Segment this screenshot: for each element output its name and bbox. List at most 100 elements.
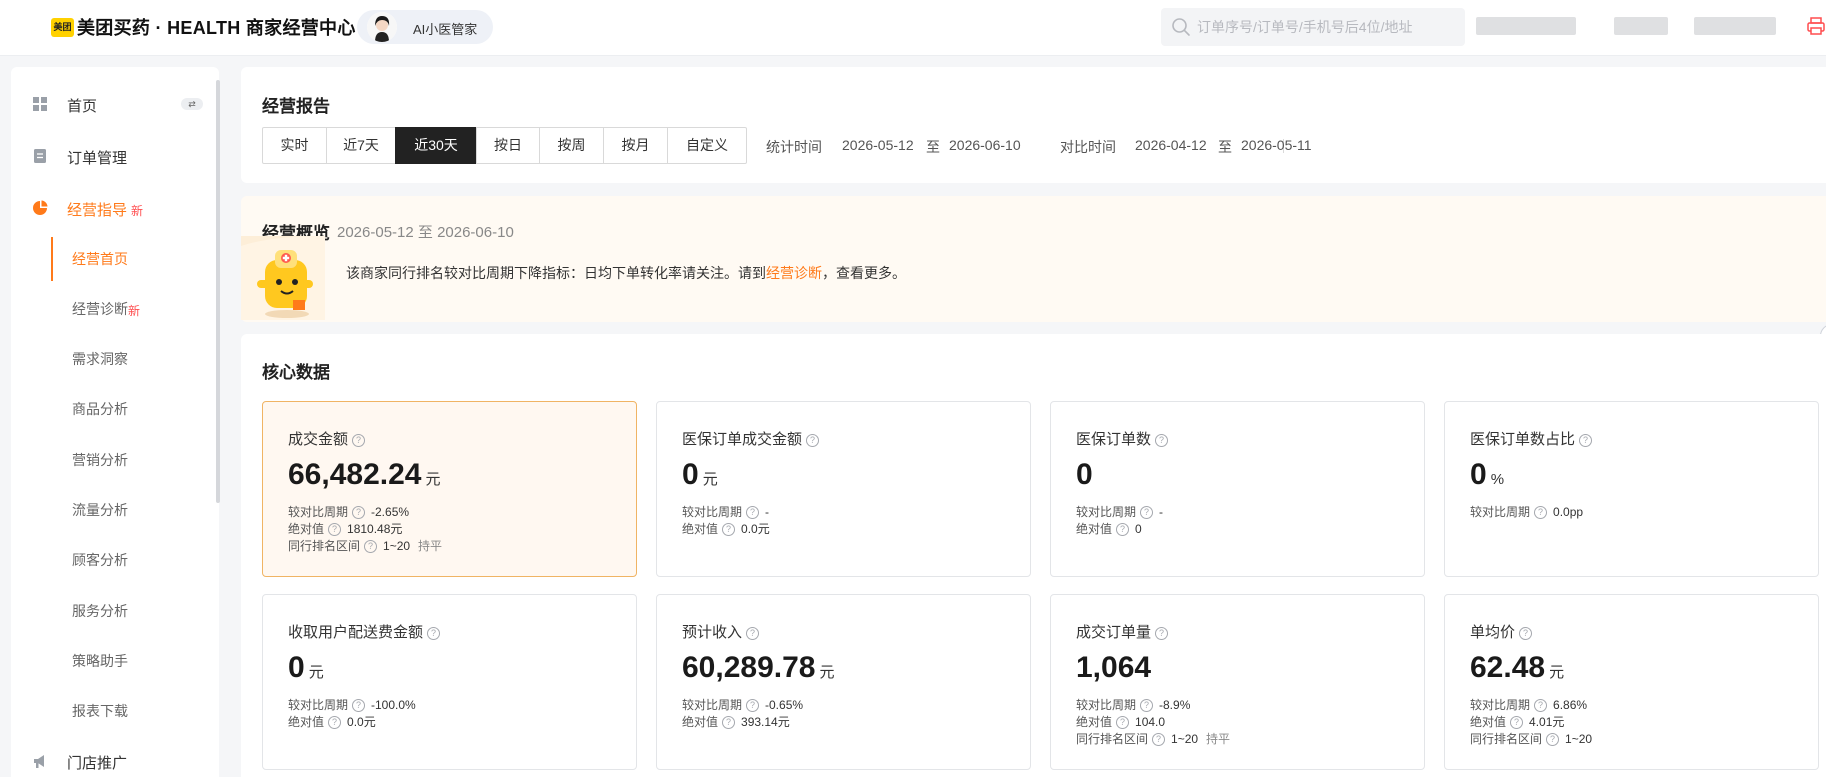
help-icon[interactable]: ? bbox=[1116, 523, 1130, 536]
tab-by-day[interactable]: 按日 bbox=[476, 127, 540, 164]
metric-row: 较对比周期? 6.86% bbox=[1470, 696, 1587, 713]
sidebar-subitem-label: 策略助手 bbox=[72, 653, 128, 669]
meituan-logo[interactable]: 美团 bbox=[51, 18, 74, 37]
metric-value-unit: 元 bbox=[702, 471, 718, 488]
metric-card[interactable]: 成交订单量? 1,064 较对比周期? -8.9% 绝对值? 104.0 同行排名区间? 1~… bbox=[1050, 594, 1425, 770]
sidebar-subitem-diagnosis[interactable]: 经营诊断 新 bbox=[51, 287, 219, 331]
sidebar-subitem-label: 报表下载 bbox=[72, 703, 128, 719]
metric-card[interactable]: 医保订单数? 0 较对比周期? - 绝对值? 0 bbox=[1050, 401, 1425, 577]
metric-card-title: 成交金额? bbox=[288, 428, 366, 449]
sidebar-subitem-service-analysis[interactable]: 服务分析 bbox=[51, 589, 219, 633]
tab-custom[interactable]: 自定义 bbox=[667, 127, 747, 164]
metric-card[interactable]: 医保订单成交金额? 0 元较对比周期? - 绝对值? 0.0元 bbox=[656, 401, 1031, 577]
help-icon[interactable]: ? bbox=[352, 699, 366, 712]
tab-realtime[interactable]: 实时 bbox=[262, 127, 327, 164]
help-icon[interactable]: ? bbox=[1534, 699, 1548, 712]
help-icon[interactable]: ? bbox=[1579, 434, 1593, 447]
help-icon[interactable]: ? bbox=[1140, 506, 1154, 519]
sidebar-subitem-product-analysis[interactable]: 商品分析 bbox=[51, 387, 219, 431]
help-icon[interactable]: ? bbox=[1155, 627, 1169, 640]
metric-row: 较对比周期? 0.0pp bbox=[1470, 503, 1583, 520]
metric-row: 绝对值? 4.01元 bbox=[1470, 713, 1564, 730]
help-icon[interactable]: ? bbox=[328, 716, 342, 729]
redacted-store-name bbox=[1476, 17, 1576, 35]
help-icon[interactable]: ? bbox=[1152, 733, 1166, 746]
metric-card-value: 0% bbox=[1470, 458, 1504, 492]
metric-value: - bbox=[1159, 505, 1164, 519]
switch-icon[interactable]: ⇄ bbox=[181, 98, 203, 110]
metric-card[interactable]: 医保订单数占比? 0% 较对比周期? 0.0pp bbox=[1444, 401, 1819, 577]
ai-assistant-label: AI小医管家 bbox=[413, 22, 478, 37]
metric-value-number: 60,289.78 bbox=[682, 651, 816, 684]
compare-time-label: 对比时间 bbox=[1060, 139, 1116, 155]
help-icon[interactable]: ? bbox=[746, 699, 760, 712]
metric-card-value: 0元 bbox=[288, 651, 324, 685]
help-icon[interactable]: ? bbox=[427, 627, 441, 640]
help-icon[interactable]: ? bbox=[806, 434, 820, 447]
help-icon[interactable]: ? bbox=[364, 540, 378, 553]
metric-label: 同行排名区间 bbox=[1470, 732, 1543, 746]
sidebar-item-orders[interactable]: 订单管理 bbox=[11, 136, 219, 176]
help-icon[interactable]: ? bbox=[1510, 716, 1524, 729]
printer-icon[interactable] bbox=[1806, 16, 1826, 41]
tab-by-month[interactable]: 按月 bbox=[603, 127, 668, 164]
metric-value: 4.01元 bbox=[1529, 715, 1565, 729]
metric-row: 较对比周期? - bbox=[682, 503, 769, 520]
order-search[interactable] bbox=[1161, 8, 1465, 46]
metric-label: 绝对值 bbox=[1470, 715, 1507, 729]
sidebar-item-home[interactable]: 首页 ⇄ bbox=[11, 84, 219, 124]
top-header: 美团 美团买药 · HEALTH 商家经营中心 AI小医管家 bbox=[0, 0, 1826, 56]
sidebar-subitem-marketing-analysis[interactable]: 营销分析 bbox=[51, 438, 219, 482]
metric-card[interactable]: 成交金额? 66,482.24 元较对比周期? -2.65% 绝对值? 1810.48元同… bbox=[262, 401, 637, 577]
help-icon[interactable]: ? bbox=[352, 434, 366, 447]
tab-by-week[interactable]: 按周 bbox=[539, 127, 604, 164]
overview-message-text: 该商家同行排名较对比周期下降指标：日均下单转化率请关注。请到 bbox=[346, 265, 766, 281]
sidebar-subitem-strategy-assistant[interactable]: 策略助手 bbox=[51, 639, 219, 683]
sidebar-subitem-report-download[interactable]: 报表下载 bbox=[51, 689, 219, 733]
help-icon[interactable]: ? bbox=[722, 523, 736, 536]
help-icon[interactable]: ? bbox=[1155, 434, 1169, 447]
metric-row: 绝对值? 0.0元 bbox=[682, 520, 770, 537]
help-icon[interactable]: ? bbox=[1140, 699, 1154, 712]
sidebar-subitem-demand-insight[interactable]: 需求洞察 bbox=[51, 337, 219, 381]
metric-card[interactable]: 预计收入? 60,289.78 元较对比周期? -0.65% 绝对值? 393.14元 bbox=[656, 594, 1031, 770]
metric-label: 较对比周期 bbox=[288, 505, 349, 519]
sidebar-item-business-guide[interactable]: 经营指导 新 bbox=[11, 188, 219, 228]
mascot-image bbox=[241, 236, 325, 325]
help-icon[interactable]: ? bbox=[722, 716, 736, 729]
diagnosis-link[interactable]: 经营诊断 bbox=[766, 265, 822, 281]
sidebar-scrollbar[interactable] bbox=[216, 80, 220, 503]
ai-assistant-button[interactable]: AI小医管家 bbox=[357, 10, 493, 44]
metric-row: 同行排名区间? 1~20 持平 bbox=[1076, 730, 1230, 747]
help-icon[interactable]: ? bbox=[328, 523, 342, 536]
metric-card-title: 成交订单量? bbox=[1076, 621, 1169, 642]
sidebar-item-store-promotion[interactable]: 门店推广 bbox=[11, 741, 219, 777]
tab-30-days[interactable]: 近30天 bbox=[395, 127, 477, 164]
help-icon[interactable]: ? bbox=[1519, 627, 1533, 640]
sidebar-subitem-traffic-analysis[interactable]: 流量分析 bbox=[51, 488, 219, 532]
metric-card-value: 66,482.24 元 bbox=[288, 458, 440, 492]
help-icon[interactable]: ? bbox=[746, 506, 760, 519]
metric-value: 1~20 bbox=[1565, 732, 1593, 746]
search-input[interactable] bbox=[1197, 8, 1457, 46]
help-icon[interactable]: ? bbox=[746, 627, 760, 640]
sidebar-subitem-business-home[interactable]: 经营首页 bbox=[51, 237, 219, 281]
metric-card[interactable]: 单均价? 62.48 元较对比周期? 6.86% 绝对值? 4.01元 同行排名区间? 1~2… bbox=[1444, 594, 1819, 770]
metric-row: 同行排名区间? 1~20 持平 bbox=[288, 537, 442, 554]
metric-label: 较对比周期 bbox=[1076, 698, 1137, 712]
metric-card-title-text: 收取用户配送费金额 bbox=[288, 624, 424, 641]
sidebar-subitem-label: 顾客分析 bbox=[72, 552, 128, 568]
metric-value-number: 62.48 bbox=[1470, 651, 1546, 684]
new-badge: 新 bbox=[131, 204, 144, 218]
metric-card[interactable]: 收取用户配送费金额? 0 元较对比周期? -100.0% 绝对值? 0.0元 bbox=[262, 594, 637, 770]
help-icon[interactable]: ? bbox=[1534, 506, 1548, 519]
help-icon[interactable]: ? bbox=[1546, 733, 1560, 746]
sidebar-subitem-customer-analysis[interactable]: 顾客分析 bbox=[51, 538, 219, 582]
metric-card-title: 预计收入? bbox=[682, 621, 760, 642]
help-icon[interactable]: ? bbox=[352, 506, 366, 519]
tab-7-days[interactable]: 近7天 bbox=[326, 127, 396, 164]
help-icon[interactable]: ? bbox=[1116, 716, 1130, 729]
period-tabs: 实时 近7天 近30天 按日 按周 按月 自定义 bbox=[262, 127, 747, 164]
metric-card-title: 收取用户配送费金额? bbox=[288, 621, 441, 642]
metric-label: 绝对值 bbox=[1076, 522, 1113, 536]
